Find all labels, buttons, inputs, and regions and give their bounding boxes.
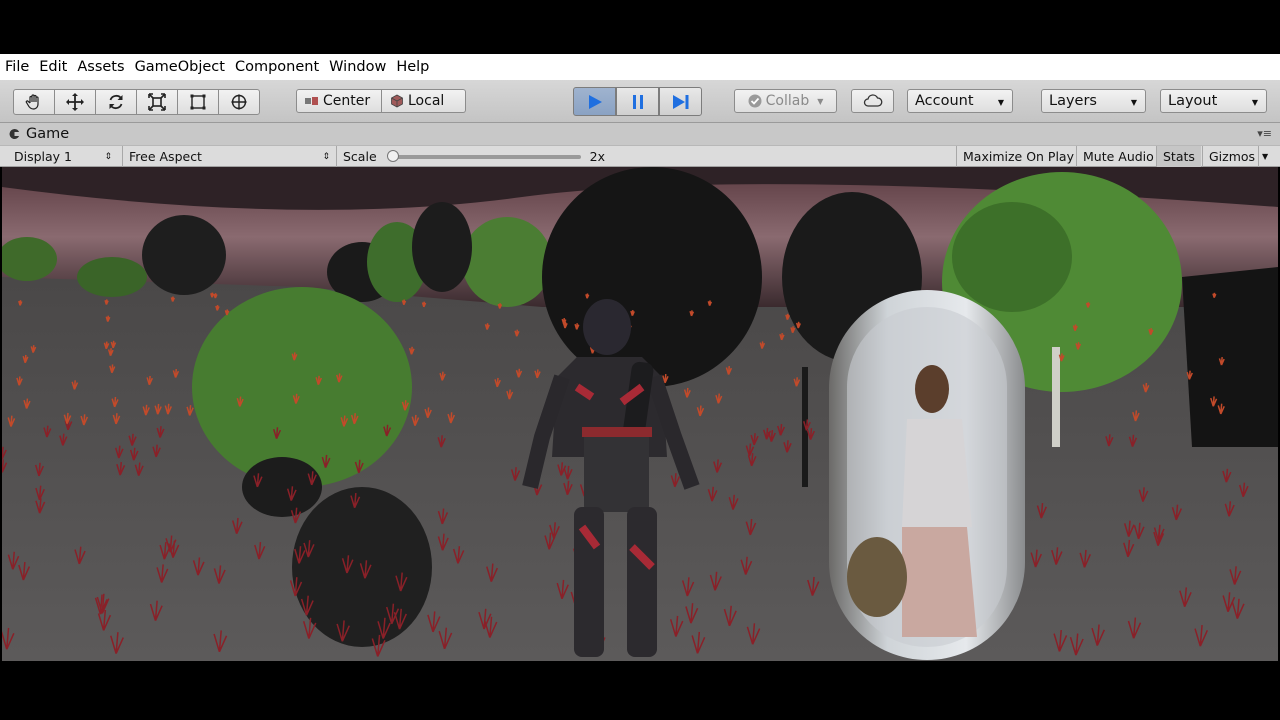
- rotate-tool-icon: [109, 94, 123, 110]
- menu-assets[interactable]: Assets: [72, 59, 129, 75]
- display-label: Display 1: [14, 149, 73, 164]
- tab-menu-icon[interactable]: ▾≡: [1257, 127, 1272, 140]
- chevron-down-icon: ▼: [1262, 152, 1269, 161]
- step-button[interactable]: [659, 87, 702, 116]
- rect-tool-icon: [190, 94, 206, 110]
- webcam-capsule: [829, 290, 1025, 660]
- game-tab-label: Game: [26, 126, 70, 142]
- display-dropdown[interactable]: Display 1 ⇕: [8, 146, 116, 167]
- checkmark-icon: [748, 94, 762, 108]
- menu-file[interactable]: File: [0, 59, 34, 75]
- pivot-center-button[interactable]: Center: [296, 89, 382, 113]
- pause-button[interactable]: [616, 87, 659, 116]
- play-icon: [588, 94, 602, 109]
- stats-toggle[interactable]: Stats: [1156, 146, 1201, 167]
- menu-bar: File Edit Assets GameObject Component Wi…: [0, 54, 1280, 80]
- layout-dropdown[interactable]: Layout ▼: [1160, 89, 1267, 113]
- menu-edit[interactable]: Edit: [34, 59, 72, 75]
- hand-tool-icon: [25, 94, 39, 110]
- game-view-controls: Display 1 ⇕ Free Aspect ⇕ Scale 2x Maxim…: [0, 145, 1280, 167]
- cloud-button[interactable]: [851, 89, 894, 113]
- layers-dropdown[interactable]: Layers ▼: [1041, 89, 1146, 113]
- mute-audio-toggle[interactable]: Mute Audio: [1076, 146, 1160, 167]
- tab-game[interactable]: Game: [8, 123, 69, 145]
- aspect-label: Free Aspect: [129, 149, 202, 164]
- layers-label: Layers: [1049, 93, 1097, 109]
- transform-tools: [13, 89, 260, 115]
- scale-value: 2x: [589, 149, 605, 164]
- game-controller-icon: [9, 128, 20, 139]
- aspect-dropdown[interactable]: Free Aspect ⇕: [122, 146, 334, 167]
- transform-tool-icon: [231, 94, 247, 110]
- letterbox-top: [0, 0, 1280, 54]
- move-tool-icon: [66, 93, 84, 111]
- scale-label: Scale: [343, 149, 377, 164]
- game-tab-bar: Game ▾≡: [0, 123, 1280, 145]
- transform-tool-button[interactable]: [218, 89, 260, 115]
- pivot-local-button[interactable]: Local: [382, 89, 466, 113]
- account-label: Account: [915, 93, 974, 109]
- menu-component[interactable]: Component: [230, 59, 324, 75]
- rotate-tool-button[interactable]: [95, 89, 137, 115]
- hand-tool-button[interactable]: [13, 89, 55, 115]
- toolbar: Center Local Collab ▼ Account ▼ Layers ▼…: [0, 80, 1280, 123]
- scale-tool-icon: [148, 93, 166, 111]
- scale-tool-button[interactable]: [136, 89, 178, 115]
- pivot-center-label: Center: [323, 93, 371, 109]
- local-cube-icon: [391, 94, 403, 108]
- game-viewport[interactable]: [2, 167, 1278, 661]
- scale-control: Scale 2x: [336, 146, 616, 167]
- play-button[interactable]: [573, 87, 616, 116]
- pause-icon: [632, 94, 643, 109]
- maximize-on-play-toggle[interactable]: Maximize On Play: [956, 146, 1080, 167]
- game-scene: [2, 167, 1278, 661]
- chevron-down-icon: ▼: [1251, 98, 1258, 107]
- updown-arrow-icon: ⇕: [322, 151, 330, 162]
- step-icon: [672, 94, 688, 109]
- chevron-down-icon: ▼: [1130, 98, 1137, 107]
- pivot-controls: Center Local: [296, 89, 466, 113]
- pivot-center-icon: [305, 97, 318, 105]
- menu-gameobject[interactable]: GameObject: [130, 59, 230, 75]
- maximize-label: Maximize On Play: [963, 149, 1074, 164]
- stats-label: Stats: [1163, 149, 1195, 164]
- layout-label: Layout: [1168, 93, 1218, 109]
- collab-label: Collab: [765, 93, 810, 109]
- letterbox-bottom: [0, 664, 1280, 720]
- gizmos-toggle[interactable]: Gizmos: [1202, 146, 1261, 167]
- rect-tool-button[interactable]: [177, 89, 219, 115]
- chevron-down-icon: ▼: [817, 96, 824, 106]
- scale-slider-thumb[interactable]: [386, 149, 399, 162]
- menu-window[interactable]: Window: [324, 59, 391, 75]
- gizmos-label: Gizmos: [1209, 149, 1256, 164]
- chevron-down-icon: ▼: [997, 98, 1004, 107]
- account-dropdown[interactable]: Account ▼: [907, 89, 1013, 113]
- menu-help[interactable]: Help: [391, 59, 434, 75]
- scale-slider-track[interactable]: [386, 149, 581, 162]
- pivot-local-label: Local: [408, 93, 445, 109]
- cloud-icon: [863, 94, 882, 107]
- collab-button[interactable]: Collab ▼: [734, 89, 837, 113]
- updown-arrow-icon: ⇕: [104, 151, 112, 162]
- play-controls: [573, 87, 702, 116]
- move-tool-button[interactable]: [54, 89, 96, 115]
- gizmos-dropdown[interactable]: ▼: [1258, 146, 1274, 167]
- mute-label: Mute Audio: [1083, 149, 1154, 164]
